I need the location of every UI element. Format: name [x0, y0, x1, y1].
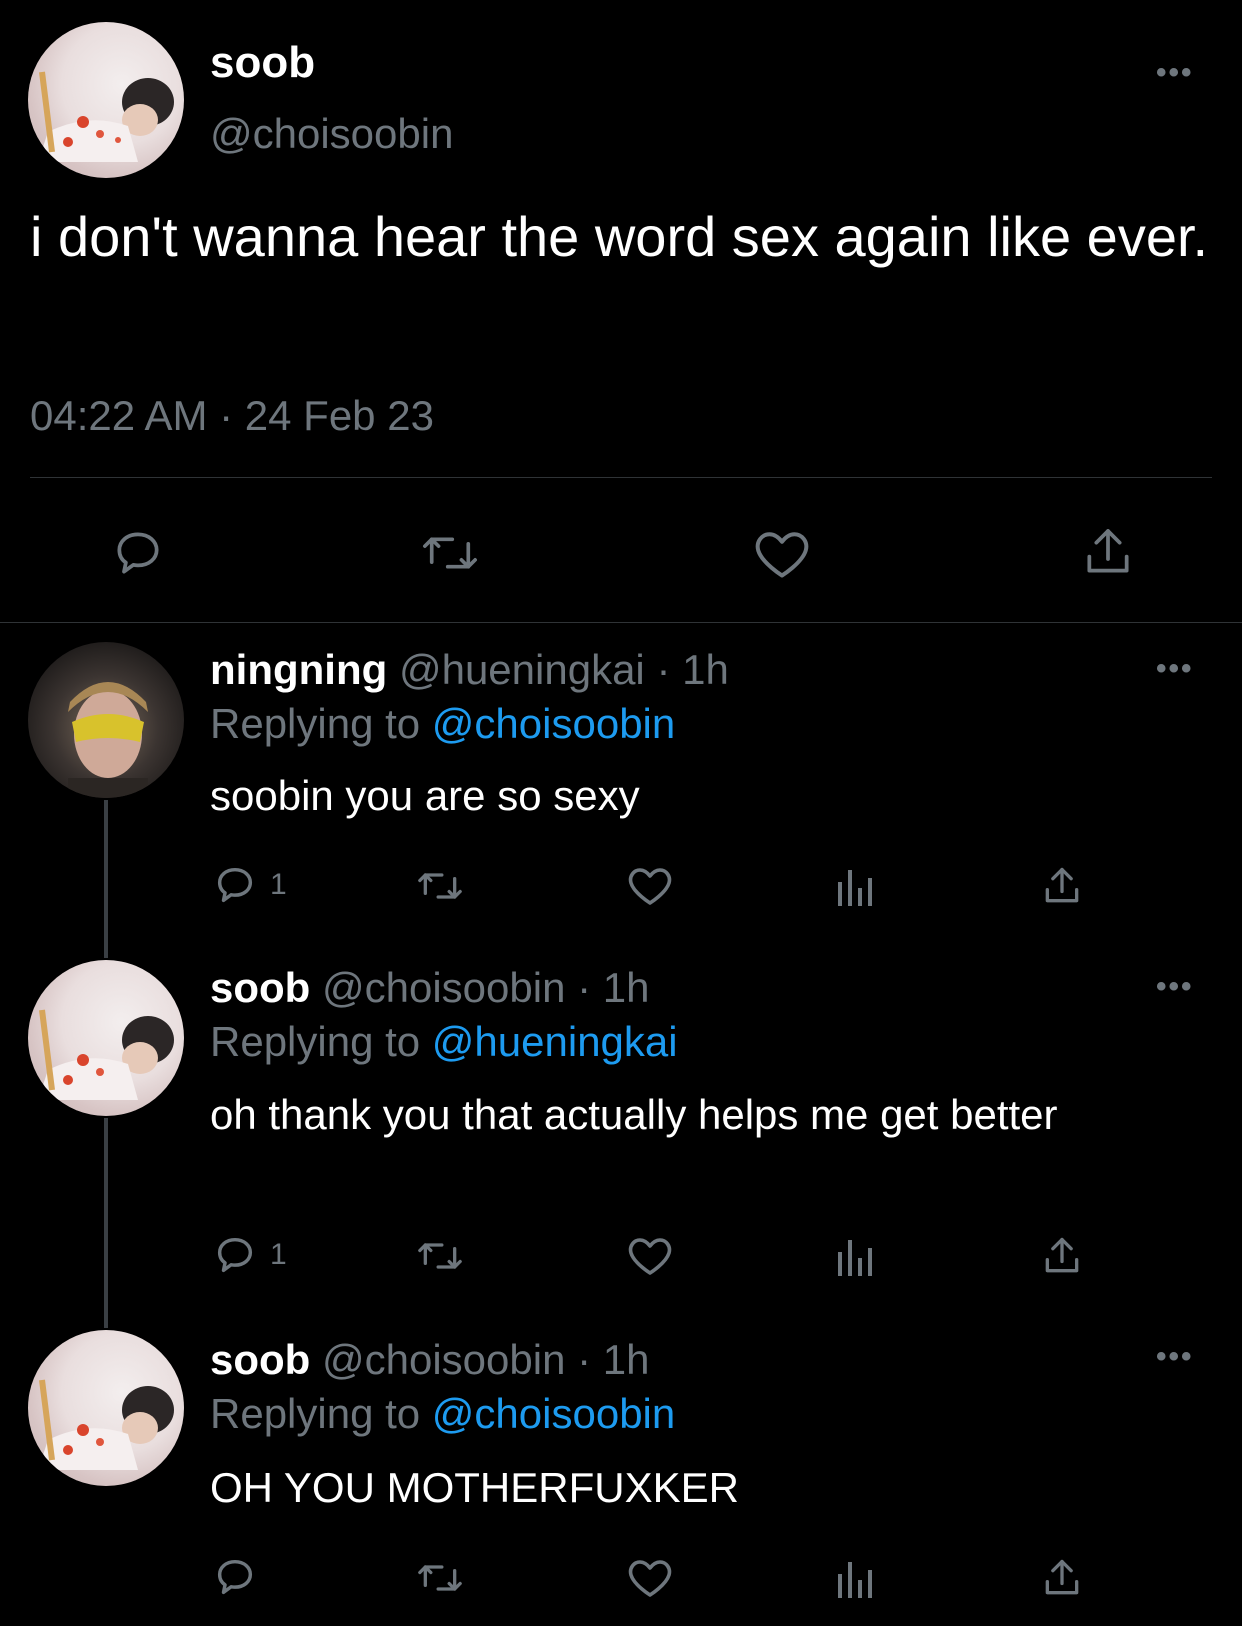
divider [30, 477, 1212, 478]
more-icon[interactable]: ••• [1156, 652, 1194, 686]
display-name[interactable]: ningning [210, 646, 387, 693]
like-icon[interactable] [626, 862, 674, 908]
analytics-icon[interactable] [836, 866, 876, 906]
replying-handle-link[interactable]: @hueningkai [432, 1018, 678, 1065]
handle[interactable]: @choisoobin [210, 110, 453, 158]
share-icon[interactable] [1040, 1554, 1084, 1602]
tweet-text: OH YOU MOTHERFUXKER [210, 1464, 739, 1511]
retweet-icon[interactable] [414, 1556, 466, 1600]
analytics-icon[interactable] [836, 1236, 876, 1276]
replying-to: Replying to @hueningkai [210, 1018, 678, 1066]
tweet-header: ningning @hueningkai · 1h [210, 646, 729, 694]
tweet-time[interactable]: · 1h [577, 964, 649, 1011]
avatar-photo [38, 71, 174, 162]
retweet-icon[interactable] [414, 1234, 466, 1278]
avatar[interactable] [28, 642, 184, 798]
tweet-header: soob @choisoobin · 1h [210, 1336, 650, 1384]
tweet-text: oh thank you that actually helps me get … [210, 1091, 1058, 1138]
replying-to: Replying to @choisoobin [210, 700, 675, 748]
comment-icon[interactable] [212, 862, 258, 908]
tweet-header: soob @choisoobin · 1h [210, 964, 650, 1012]
thread-line [104, 1118, 108, 1328]
replying-label: Replying to [210, 1018, 432, 1065]
more-icon[interactable]: ••• [1156, 970, 1194, 1004]
display-name[interactable]: soob [210, 964, 310, 1011]
handle[interactable]: @hueningkai [399, 646, 645, 693]
tweet-text: soobin you are so sexy [210, 772, 640, 819]
like-icon[interactable] [626, 1232, 674, 1278]
replying-handle-link[interactable]: @choisoobin [432, 1390, 675, 1437]
avatar-photo [38, 1009, 174, 1100]
avatar-photo [38, 1379, 174, 1470]
reply-count: 1 [270, 868, 287, 901]
analytics-icon[interactable] [836, 1558, 876, 1598]
handle[interactable]: @choisoobin [322, 1336, 565, 1383]
section-divider [0, 622, 1242, 623]
retweet-icon[interactable] [414, 864, 466, 908]
display-name[interactable]: soob [210, 38, 315, 88]
comment-icon[interactable] [212, 1232, 258, 1278]
thread-line [104, 800, 108, 958]
replying-to: Replying to @choisoobin [210, 1390, 675, 1438]
avatar[interactable] [28, 960, 184, 1116]
tweet-time[interactable]: · 1h [656, 646, 728, 693]
more-icon[interactable]: ••• [1156, 1340, 1194, 1374]
retweet-icon[interactable] [418, 525, 482, 581]
avatar[interactable] [28, 22, 184, 178]
reply-count: 1 [270, 1238, 287, 1271]
like-icon[interactable] [626, 1554, 674, 1600]
tweet-time[interactable]: · 1h [577, 1336, 649, 1383]
replying-label: Replying to [210, 700, 432, 747]
more-icon[interactable]: ••• [1156, 56, 1194, 90]
share-icon[interactable] [1040, 862, 1084, 910]
share-icon[interactable] [1040, 1232, 1084, 1280]
comment-icon[interactable] [110, 525, 166, 581]
comment-icon[interactable] [212, 1554, 258, 1600]
avatar-photo [68, 682, 148, 798]
like-icon[interactable] [752, 525, 812, 581]
avatar[interactable] [28, 1330, 184, 1486]
handle[interactable]: @choisoobin [322, 964, 565, 1011]
display-name[interactable]: soob [210, 1336, 310, 1383]
tweet-text: i don't wanna hear the word sex again li… [30, 205, 1209, 268]
timestamp: 04:22 AM · 24 Feb 23 [30, 392, 434, 439]
replying-handle-link[interactable]: @choisoobin [432, 700, 675, 747]
share-icon[interactable] [1080, 522, 1136, 582]
replying-label: Replying to [210, 1390, 432, 1437]
